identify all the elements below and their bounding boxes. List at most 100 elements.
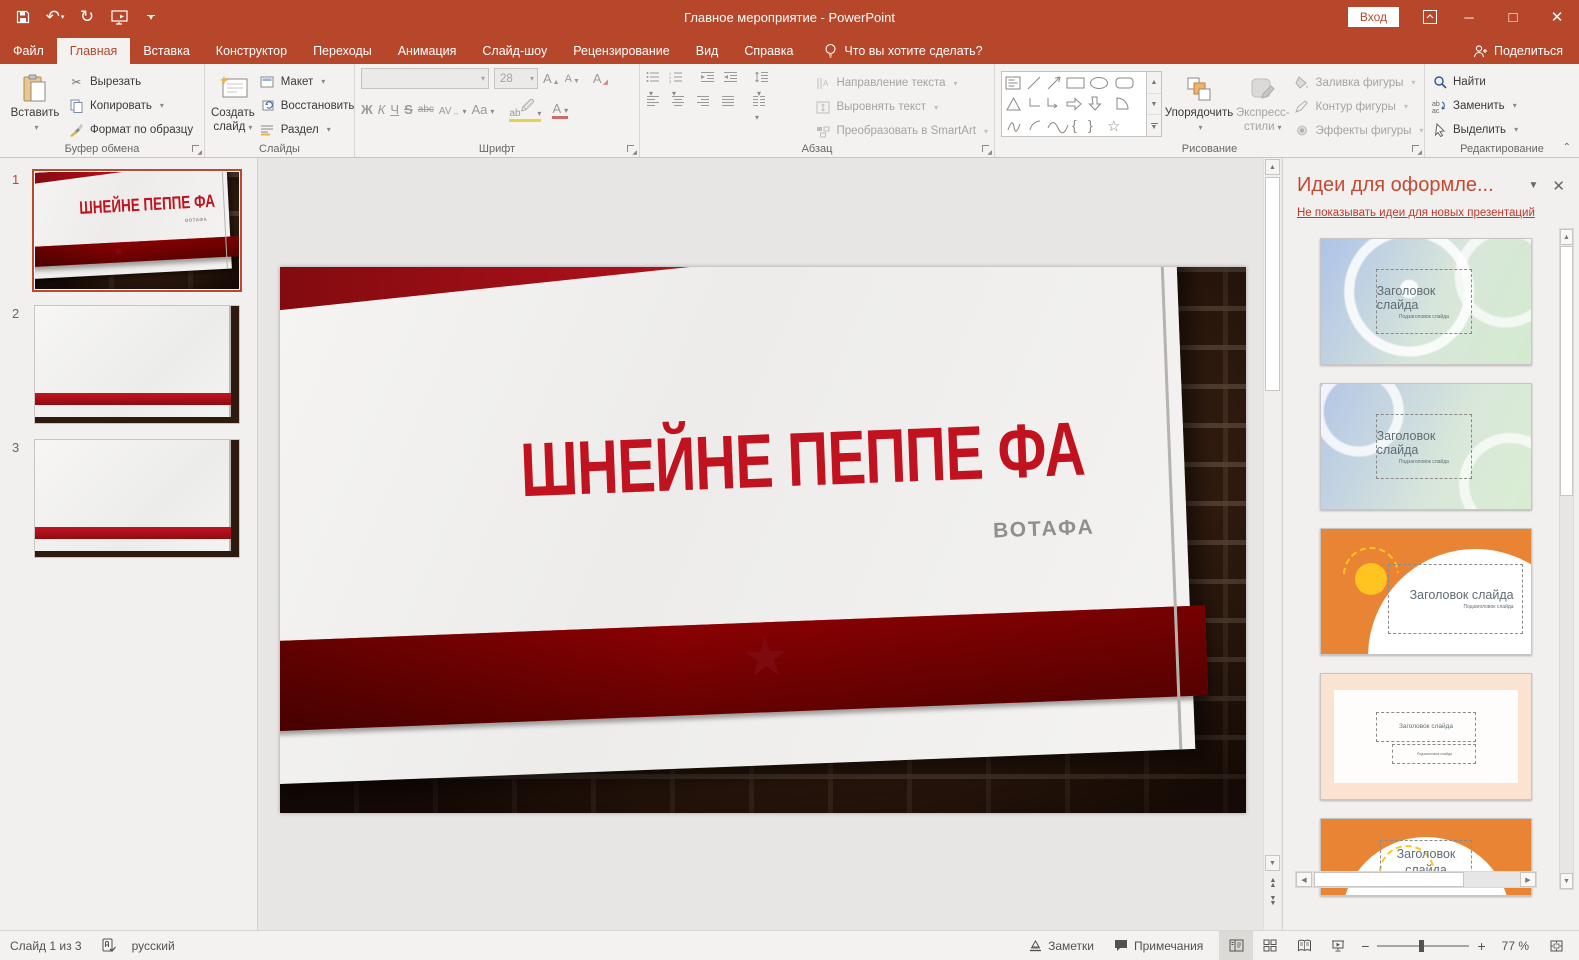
bold-icon[interactable]: Ж bbox=[361, 102, 373, 117]
copy-button[interactable]: Копировать bbox=[68, 95, 193, 116]
tell-me-box[interactable]: Что вы хотите сделать? bbox=[824, 43, 982, 64]
tab-transitions[interactable]: Переходы bbox=[300, 38, 385, 64]
scroll-down-arrow[interactable]: ▼ bbox=[1265, 855, 1280, 871]
tab-slideshow[interactable]: Слайд-шоу bbox=[469, 38, 560, 64]
section-button[interactable]: Раздел bbox=[259, 119, 355, 140]
tab-animations[interactable]: Анимация bbox=[385, 38, 470, 64]
start-slideshow-icon[interactable] bbox=[110, 8, 128, 26]
spellcheck-icon[interactable] bbox=[92, 931, 126, 960]
zoom-out-button[interactable]: − bbox=[1361, 938, 1369, 954]
reset-button[interactable]: Восстановить bbox=[259, 95, 355, 116]
shape-outline-button[interactable]: Контур фигуры bbox=[1294, 96, 1424, 117]
panel-close-icon[interactable]: ✕ bbox=[1548, 177, 1569, 195]
line-spacing-icon[interactable] bbox=[754, 71, 769, 84]
design-idea-3[interactable]: Заголовок слайда Подзаголовок слайда bbox=[1320, 528, 1532, 655]
next-slide-button[interactable]: ▼▼ bbox=[1266, 896, 1280, 906]
slide-3-thumbnail[interactable] bbox=[35, 440, 239, 557]
paragraph-dialog-launcher[interactable] bbox=[981, 144, 991, 154]
save-icon[interactable] bbox=[14, 8, 32, 26]
quick-styles-button[interactable]: Экспресс- стили bbox=[1236, 68, 1290, 141]
close-button[interactable]: ✕ bbox=[1535, 0, 1579, 34]
clear-format-icon[interactable]: А◢ bbox=[593, 71, 608, 86]
slide-1-thumbnail[interactable]: ШНЕЙНЕ ПЕППЕ ФА ВОТАФА ★ bbox=[35, 172, 239, 289]
slide-2-thumbnail[interactable] bbox=[35, 306, 239, 423]
tab-help[interactable]: Справка bbox=[731, 38, 806, 64]
align-right-icon[interactable] bbox=[696, 95, 711, 108]
slide-indicator[interactable]: Слайд 1 из 3 bbox=[0, 931, 92, 960]
new-slide-button[interactable]: Создать слайд bbox=[211, 68, 255, 141]
design-idea-4[interactable]: Заголовок слайда Подзаголовок слайда bbox=[1320, 673, 1532, 800]
format-painter-button[interactable]: Формат по образцу bbox=[68, 119, 193, 140]
previous-slide-button[interactable]: ▲▲ bbox=[1266, 878, 1280, 888]
share-button[interactable]: Поделиться bbox=[1473, 44, 1579, 64]
underline-icon[interactable]: Ч bbox=[390, 102, 399, 117]
sign-in-button[interactable]: Вход bbox=[1348, 7, 1399, 27]
italic-icon[interactable]: К bbox=[378, 102, 386, 117]
slide-sorter-view-button[interactable] bbox=[1253, 931, 1287, 960]
text-direction-button[interactable]: A Направление текста bbox=[816, 73, 988, 93]
design-idea-2[interactable]: Заголовок слайда Подзаголовок слайда bbox=[1320, 383, 1532, 510]
columns-icon[interactable] bbox=[752, 95, 767, 108]
shapes-gallery-more[interactable]: ▼ bbox=[1147, 115, 1161, 136]
design-hscroll-thumb[interactable] bbox=[1314, 872, 1464, 887]
zoom-slider-track[interactable] bbox=[1377, 945, 1469, 947]
slideshow-view-button[interactable] bbox=[1321, 931, 1355, 960]
shapes-scroll-up[interactable]: ▲ bbox=[1147, 72, 1161, 94]
undo-icon[interactable]: ↶▾ bbox=[46, 8, 64, 26]
numbering-icon[interactable]: 123 bbox=[669, 71, 684, 84]
font-name-combo[interactable]: ▾ bbox=[361, 68, 489, 89]
change-case-icon[interactable]: Aa bbox=[472, 102, 495, 117]
highlight-color-icon[interactable]: ab🖉 bbox=[509, 97, 541, 122]
arrange-button[interactable]: Упорядочить bbox=[1166, 68, 1232, 141]
design-hscroll-left[interactable]: ◀ bbox=[1296, 872, 1312, 887]
collapse-ribbon-icon[interactable]: ⌃ bbox=[1563, 142, 1571, 153]
design-hscroll-right[interactable]: ▶ bbox=[1520, 872, 1536, 887]
comments-button[interactable]: Примечания bbox=[1104, 931, 1213, 960]
decrease-indent-icon[interactable] bbox=[700, 71, 715, 84]
minimize-button[interactable]: ─ bbox=[1447, 0, 1491, 34]
find-button[interactable]: Найти bbox=[1431, 71, 1518, 92]
maximize-button[interactable]: □ bbox=[1491, 0, 1535, 34]
shapes-gallery[interactable]: { } ☆ bbox=[1001, 71, 1147, 137]
layout-button[interactable]: Макет bbox=[259, 71, 355, 92]
align-center-icon[interactable] bbox=[671, 95, 686, 108]
font-dialog-launcher[interactable] bbox=[626, 144, 636, 154]
language-indicator[interactable]: русский bbox=[122, 931, 185, 960]
increase-indent-icon[interactable] bbox=[723, 71, 738, 84]
design-scroll-thumb[interactable] bbox=[1560, 246, 1573, 496]
customize-qat-icon[interactable]: ▾ bbox=[142, 8, 160, 26]
panel-options-caret-icon[interactable]: ▼ bbox=[1519, 180, 1549, 191]
notes-button[interactable]: Заметки bbox=[1019, 931, 1104, 960]
tab-review[interactable]: Рецензирование bbox=[560, 38, 683, 64]
shape-effects-button[interactable]: Эффекты фигуры bbox=[1294, 120, 1424, 141]
fit-to-window-button[interactable] bbox=[1539, 931, 1573, 960]
bullets-icon[interactable] bbox=[646, 71, 661, 84]
ribbon-display-options-icon[interactable] bbox=[1413, 0, 1447, 34]
shapes-scroll-down[interactable]: ▼ bbox=[1147, 94, 1161, 116]
tab-insert[interactable]: Вставка bbox=[130, 38, 202, 64]
select-button[interactable]: Выделить bbox=[1431, 119, 1518, 140]
drawing-dialog-launcher[interactable] bbox=[1411, 144, 1421, 154]
normal-view-button[interactable] bbox=[1219, 931, 1253, 960]
clipboard-dialog-launcher[interactable] bbox=[191, 144, 201, 154]
justify-icon[interactable] bbox=[721, 95, 736, 108]
align-text-button[interactable]: Выровнять текст bbox=[816, 97, 988, 117]
font-size-combo[interactable]: 28▾ bbox=[494, 68, 538, 89]
zoom-in-button[interactable]: + bbox=[1477, 938, 1485, 954]
font-color-icon[interactable]: А bbox=[552, 101, 568, 119]
design-scroll-up[interactable]: ▲ bbox=[1560, 229, 1573, 245]
convert-smartart-button[interactable]: Преобразовать в SmartArt bbox=[816, 121, 988, 141]
char-spacing-icon[interactable]: AV↔ bbox=[439, 102, 467, 117]
tab-design[interactable]: Конструктор bbox=[203, 38, 300, 64]
design-scroll-down[interactable]: ▼ bbox=[1560, 873, 1573, 889]
slide-title[interactable]: ШНЕЙНЕ ПЕППЕ ФА bbox=[322, 404, 1110, 521]
zoom-slider-thumb[interactable] bbox=[1419, 940, 1424, 952]
zoom-percentage[interactable]: 77 % bbox=[1492, 931, 1539, 960]
text-shadow-icon[interactable]: S bbox=[404, 102, 413, 117]
scrollbar-thumb[interactable] bbox=[1265, 177, 1280, 391]
dismiss-ideas-link[interactable]: Не показывать идеи для новых презентаций bbox=[1297, 207, 1565, 219]
reading-view-button[interactable] bbox=[1287, 931, 1321, 960]
strikethrough-icon[interactable]: abc bbox=[418, 104, 434, 115]
design-idea-1[interactable]: Заголовок слайда Подзаголовок слайда bbox=[1320, 238, 1532, 365]
tab-home[interactable]: Главная bbox=[57, 38, 131, 64]
